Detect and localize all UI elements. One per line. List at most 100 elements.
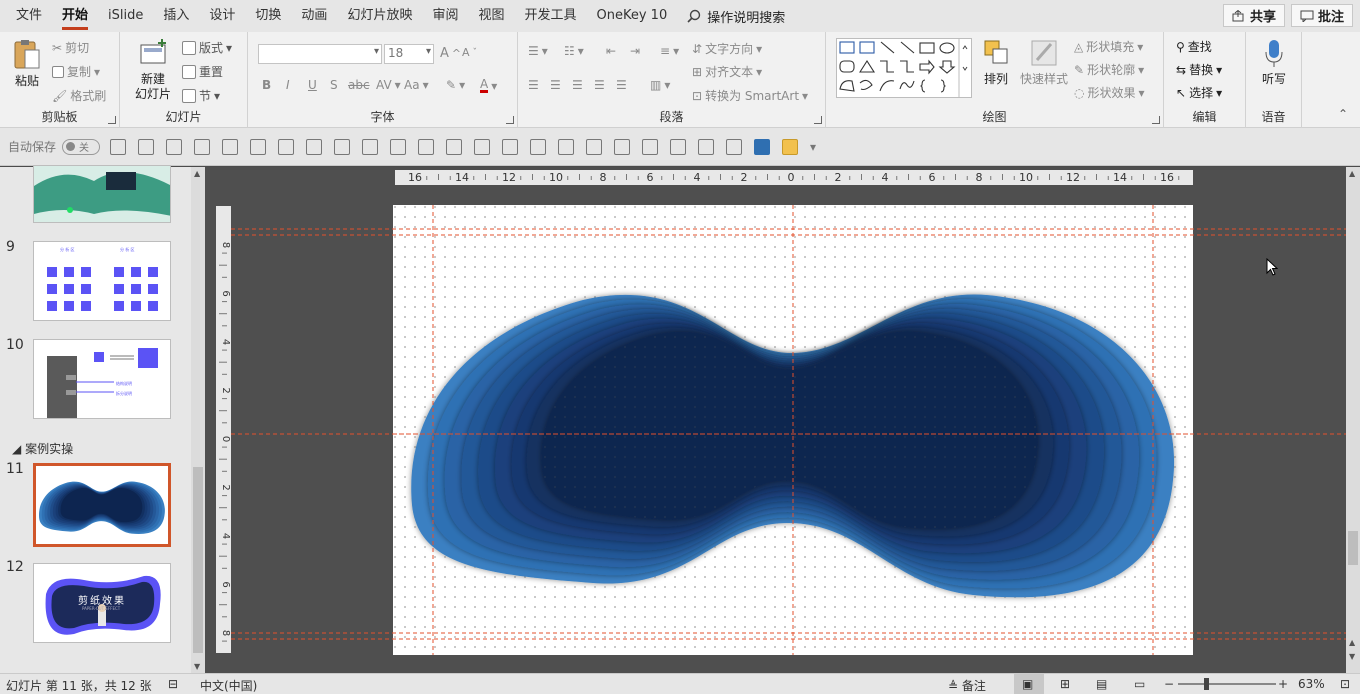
tab-review[interactable]: 审阅 (422, 0, 468, 32)
text-direction-button[interactable]: ⇵ 文字方向 ▾ (692, 40, 762, 57)
slide-sorter-icon[interactable]: ⊞ (1060, 677, 1070, 691)
font-name-box[interactable]: ▾ (258, 44, 382, 64)
arrange-button[interactable]: 排列 (978, 38, 1014, 87)
scroll-up-icon[interactable]: ▲ (1349, 169, 1355, 178)
shrink-font-button[interactable]: Aˇ (462, 46, 477, 59)
canvas-scroll-thumb[interactable] (1348, 531, 1358, 565)
italic-button[interactable]: I (286, 78, 290, 92)
bold-button[interactable]: B (262, 78, 271, 92)
fill-yellow-icon[interactable] (782, 138, 799, 155)
align-right-button[interactable]: ☰ (572, 78, 583, 92)
section-header[interactable]: ◢ 案例实操 (12, 440, 73, 457)
line-spacing-icon[interactable] (474, 138, 491, 155)
notes-button[interactable]: ≜ 备注 (948, 677, 986, 694)
dictate-button[interactable]: 听写 (1256, 38, 1292, 87)
shape-effects-button[interactable]: ◌ 形状效果 ▾ (1074, 84, 1145, 101)
present-icon[interactable] (138, 138, 155, 155)
layout-button[interactable]: 版式 ▾ (182, 39, 232, 56)
print-icon[interactable] (502, 138, 519, 155)
underline-button[interactable]: U (308, 78, 317, 92)
bullets-button[interactable]: ☰ ▾ (528, 44, 548, 58)
tab-transitions[interactable]: 切换 (245, 0, 291, 32)
edit-points-icon[interactable] (306, 138, 323, 155)
canvas-scrollbar[interactable]: ▲ ▲ ▼ (1346, 167, 1360, 673)
fit-to-window-icon[interactable]: ⊡ (1340, 677, 1350, 691)
dialog-launcher-icon[interactable] (108, 116, 116, 124)
spellcheck-icon[interactable]: ⊟ (168, 677, 178, 691)
replace-button[interactable]: ⇆ 替换 ▾ (1176, 61, 1222, 78)
format-painter-button[interactable]: 🖌 格式刷 (52, 87, 106, 104)
magic-wand-icon[interactable] (670, 138, 687, 155)
panel-scrollbar[interactable]: ▲ ▼ (191, 167, 205, 673)
next-slide-icon[interactable]: ▼ (1349, 652, 1355, 661)
justify-button[interactable]: ☰ (594, 78, 605, 92)
convert-smartart-button[interactable]: ⊡ 转换为 SmartArt ▾ (692, 87, 808, 104)
decrease-indent-button[interactable]: ⇤ (606, 44, 616, 58)
align-center-icon[interactable] (222, 138, 239, 155)
distribute-icon[interactable] (250, 138, 267, 155)
shape-fill-icon[interactable] (390, 138, 407, 155)
font-case-icon[interactable] (642, 138, 659, 155)
columns-button[interactable]: ▥ ▾ (650, 78, 670, 92)
dialog-launcher-icon[interactable] (814, 116, 822, 124)
increase-indent-button[interactable]: ⇥ (630, 44, 640, 58)
slide-thumbnail-9[interactable]: 分 析 区 分 析 区 (33, 241, 171, 321)
cut-button[interactable]: ✂ 剪切 (52, 39, 89, 56)
comments-button[interactable]: 批注 (1291, 4, 1354, 27)
autosave-toggle[interactable]: 关 (62, 138, 101, 155)
previous-slide-icon[interactable]: ▲ (1349, 638, 1355, 647)
dialog-launcher-icon[interactable] (1152, 116, 1160, 124)
collapse-ribbon-icon[interactable]: ⌃ (1338, 107, 1348, 121)
tell-me-search[interactable]: 操作说明搜索 (677, 7, 795, 26)
group-icon[interactable] (166, 138, 183, 155)
panel-scroll-thumb[interactable] (193, 467, 203, 653)
language-status[interactable]: 中文(中国) (200, 677, 257, 694)
shape-outline-button[interactable]: ✎ 形状轮廓 ▾ (1074, 61, 1144, 78)
zoom-level[interactable]: 63% (1298, 677, 1325, 691)
grow-font-button[interactable]: A ^ (440, 46, 461, 61)
reading-view-icon[interactable]: ▤ (1096, 677, 1107, 691)
paste-button[interactable]: 粘贴 (8, 38, 46, 89)
tab-slideshow[interactable]: 幻灯片放映 (337, 0, 422, 32)
change-case-button[interactable]: Aa ▾ (404, 78, 429, 92)
share-button[interactable]: 共享 (1223, 4, 1286, 27)
picture-icon[interactable] (446, 138, 463, 155)
char-spacing-button[interactable]: AV ▾ (376, 78, 401, 92)
shadow-button[interactable]: S (330, 78, 338, 92)
save-icon[interactable] (110, 138, 127, 155)
customize-toolbar-icon[interactable]: ▾ (810, 140, 816, 154)
highlight-button[interactable]: ✎ ▾ (446, 78, 465, 92)
new-slide-button[interactable]: 新建 幻灯片 (128, 38, 178, 102)
slide-thumbnail-8[interactable] (33, 165, 171, 223)
format-painter-icon[interactable] (530, 138, 547, 155)
crop-icon[interactable] (614, 138, 631, 155)
shapes-gallery[interactable] (836, 38, 972, 98)
copy-button[interactable]: 复制 ▾ (52, 63, 100, 80)
align-icon[interactable] (278, 138, 295, 155)
distributed-button[interactable]: ☰ (616, 78, 627, 92)
tab-file[interactable]: 文件 (6, 0, 52, 32)
section-button[interactable]: 节 ▾ (182, 87, 220, 104)
zoom-out-icon[interactable]: − (1164, 677, 1174, 691)
combine-icon[interactable] (362, 138, 379, 155)
align-center-button[interactable]: ☰ (550, 78, 561, 92)
slideshow-icon[interactable]: ▭ (1134, 677, 1145, 691)
tab-developer[interactable]: 开发工具 (514, 0, 586, 32)
shape-fill-button[interactable]: ◬ 形状填充 ▾ (1074, 38, 1143, 55)
chart-icon[interactable] (726, 138, 743, 155)
slide-thumbnail-11-selected[interactable] (33, 463, 171, 547)
zoom-slider[interactable] (1178, 683, 1276, 685)
settings-icon[interactable] (698, 138, 715, 155)
select-button[interactable]: ↖ 选择 ▾ (1176, 84, 1222, 101)
reset-button[interactable]: 重置 (182, 63, 223, 80)
line-spacing-button[interactable]: ≡ ▾ (660, 44, 679, 58)
tab-onekey[interactable]: OneKey 10 (587, 0, 678, 32)
quick-styles-button[interactable]: 快速样式 (1016, 38, 1072, 87)
align-text-button[interactable]: ⊞ 对齐文本 ▾ (692, 63, 762, 80)
tab-animations[interactable]: 动画 (291, 0, 337, 32)
tab-home[interactable]: 开始 (52, 0, 98, 32)
tab-insert[interactable]: 插入 (153, 0, 199, 32)
dialog-launcher-icon[interactable] (506, 116, 514, 124)
textbox-icon[interactable] (418, 138, 435, 155)
font-size-box[interactable]: 18 ▾ (384, 44, 434, 64)
